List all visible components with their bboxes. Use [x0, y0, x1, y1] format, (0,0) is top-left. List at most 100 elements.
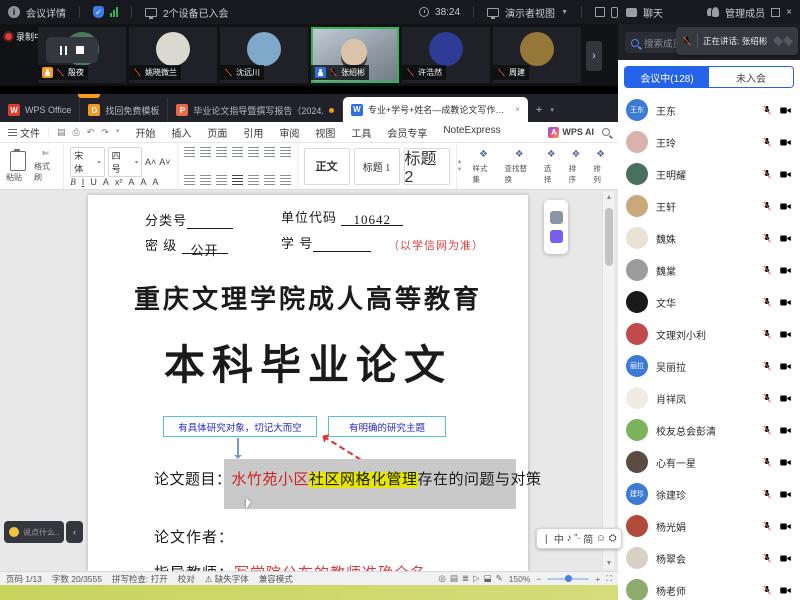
pause-recording-icon[interactable]: [60, 46, 67, 55]
member-camera-off-icon[interactable]: [779, 521, 792, 532]
member-camera-off-icon[interactable]: [779, 297, 792, 308]
ribbon-tool-button[interactable]: ❖ 查找替换: [501, 148, 538, 185]
member-row[interactable]: 魏棠: [618, 254, 800, 286]
ime-item[interactable]: 丨: [541, 531, 551, 546]
member-camera-off-icon[interactable]: [779, 105, 792, 116]
member-camera-off-icon[interactable]: [779, 265, 792, 276]
member-row[interactable]: 王轩: [618, 190, 800, 222]
devices-icon[interactable]: [145, 8, 157, 17]
view-mode-icon[interactable]: ◎: [438, 573, 445, 584]
member-row[interactable]: 王玲: [618, 126, 800, 158]
tab-not-joined[interactable]: 未入会: [709, 67, 793, 87]
ribbon-tool-button[interactable]: ❖ 样式集: [468, 148, 498, 185]
member-row[interactable]: 肖祥凤: [618, 382, 800, 414]
tab-in-meeting[interactable]: 会议中(128): [625, 67, 709, 87]
member-camera-off-icon[interactable]: [779, 169, 792, 180]
font-format-button[interactable]: U: [90, 177, 97, 187]
video-tile[interactable]: 周建: [493, 27, 581, 83]
status-item[interactable]: 校对: [178, 573, 195, 585]
advisor-line[interactable]: 指导教师：写学院公布的教师准确全名: [154, 562, 426, 571]
zoom-out-button[interactable]: −: [536, 574, 541, 584]
ribbon-menu-tab[interactable]: 页面: [199, 122, 235, 143]
meeting-detail-button[interactable]: 会议详情: [26, 5, 66, 20]
next-videos-button[interactable]: ›: [586, 41, 602, 71]
fullscreen-icon[interactable]: [595, 7, 605, 17]
close-panel-icon[interactable]: ×: [786, 7, 792, 18]
chat-icon[interactable]: [626, 8, 637, 17]
wps-document-tab[interactable]: D 找回免费模板 ×: [80, 98, 168, 122]
view-mode-icon[interactable]: ✎: [496, 573, 503, 584]
view-mode-icon[interactable]: ▷: [473, 573, 480, 584]
manage-members-button[interactable]: 管理成员: [725, 5, 765, 20]
member-camera-off-icon[interactable]: [779, 329, 792, 340]
member-row[interactable]: 魏姝: [618, 222, 800, 254]
paste-icon[interactable]: [10, 151, 26, 171]
ribbon-menu-tab[interactable]: NoteExpress: [435, 122, 508, 143]
ribbon-tool-button[interactable]: ❖ 排序: [565, 148, 588, 185]
zoom-in-button[interactable]: +: [595, 574, 600, 584]
status-item[interactable]: 拼写检查: 打开: [112, 573, 168, 585]
member-mic-muted-icon[interactable]: [762, 296, 772, 308]
new-tab-button[interactable]: +: [536, 104, 542, 116]
paper-check-icon[interactable]: [550, 230, 563, 243]
member-mic-muted-icon[interactable]: [762, 552, 772, 564]
font-format-button[interactable]: A: [140, 177, 146, 187]
member-mic-muted-icon[interactable]: [762, 168, 772, 180]
network-signal-icon[interactable]: [110, 7, 118, 17]
member-mic-muted-icon[interactable]: [762, 424, 772, 436]
close-tab-icon[interactable]: ×: [515, 105, 520, 114]
format-painter-button[interactable]: 格式刷: [34, 161, 57, 183]
video-tile[interactable]: 姚晓微兰: [129, 27, 217, 83]
member-row[interactable]: 丽拉 吴丽拉: [618, 350, 800, 382]
emoji-icon[interactable]: [9, 527, 19, 537]
style-option[interactable]: 正文: [304, 148, 350, 185]
style-option[interactable]: 标题 1: [354, 148, 400, 185]
font-name-select[interactable]: 宋体▾: [70, 147, 104, 177]
member-row[interactable]: 建珍 徐建珍: [618, 478, 800, 510]
status-item[interactable]: 字数 20/3555: [52, 573, 102, 585]
member-camera-off-icon[interactable]: [779, 457, 792, 468]
chat-mini-input[interactable]: 说点什么...: [4, 521, 64, 543]
ribbon-menu-tab[interactable]: 工具: [343, 122, 379, 143]
wps-document-tab[interactable]: P 毕业论文指导暨撰写报告（2024. ×: [168, 98, 343, 122]
member-camera-off-icon[interactable]: [779, 585, 792, 596]
member-mic-muted-icon[interactable]: [762, 200, 772, 212]
member-camera-off-icon[interactable]: [779, 137, 792, 148]
view-mode-icon[interactable]: ⬓: [484, 573, 492, 584]
paste-label[interactable]: 粘贴: [6, 172, 22, 183]
tab-list-chevron-icon[interactable]: ▾: [550, 106, 554, 114]
member-camera-off-icon[interactable]: [779, 393, 792, 404]
member-mic-muted-icon[interactable]: [762, 488, 772, 500]
thesis-topic-line[interactable]: 论文题目：水竹苑小区社区网格化管理存在的问题与对策: [154, 468, 542, 489]
presenter-view-button[interactable]: 演示者视图: [505, 5, 555, 20]
grow-font-button[interactable]: A˄: [145, 157, 156, 167]
zoom-slider[interactable]: [547, 578, 589, 580]
style-option[interactable]: 标题 2: [404, 148, 450, 185]
stop-recording-icon[interactable]: [76, 46, 84, 54]
paragraph-icons-row1[interactable]: [184, 147, 291, 157]
member-row[interactable]: 心有一星: [618, 446, 800, 478]
member-row[interactable]: 王明耀: [618, 158, 800, 190]
member-camera-off-icon[interactable]: [779, 233, 792, 244]
font-format-button[interactable]: A: [128, 177, 134, 187]
ime-item[interactable]: ”·: [574, 533, 581, 544]
member-mic-muted-icon[interactable]: [762, 136, 772, 148]
file-menu-button[interactable]: 文件: [0, 125, 48, 140]
font-format-buttons[interactable]: BIUAx²AAA: [70, 177, 170, 187]
phone-mode-icon[interactable]: [611, 7, 618, 18]
view-mode-icon[interactable]: ≣: [462, 573, 469, 584]
ime-item[interactable]: ♪: [566, 533, 571, 544]
video-tile[interactable]: 张绍彬: [311, 27, 399, 83]
document-scrollbar[interactable]: ▲ ▼: [602, 192, 614, 569]
ribbon-menu-tab[interactable]: 审阅: [271, 122, 307, 143]
zoom-level[interactable]: 150%: [509, 574, 531, 584]
member-camera-off-icon[interactable]: [779, 201, 792, 212]
member-mic-muted-icon[interactable]: [762, 328, 772, 340]
ribbon-tool-button[interactable]: ❖ 排列: [589, 148, 612, 185]
members-icon[interactable]: [707, 7, 719, 17]
member-camera-off-icon[interactable]: [779, 425, 792, 436]
view-mode-icon[interactable]: ▤: [450, 573, 458, 584]
chat-button[interactable]: 聊天: [643, 5, 663, 20]
video-tile[interactable]: 沈远川: [220, 27, 308, 83]
devices-joined-label[interactable]: 2个设备已入会: [163, 5, 229, 20]
